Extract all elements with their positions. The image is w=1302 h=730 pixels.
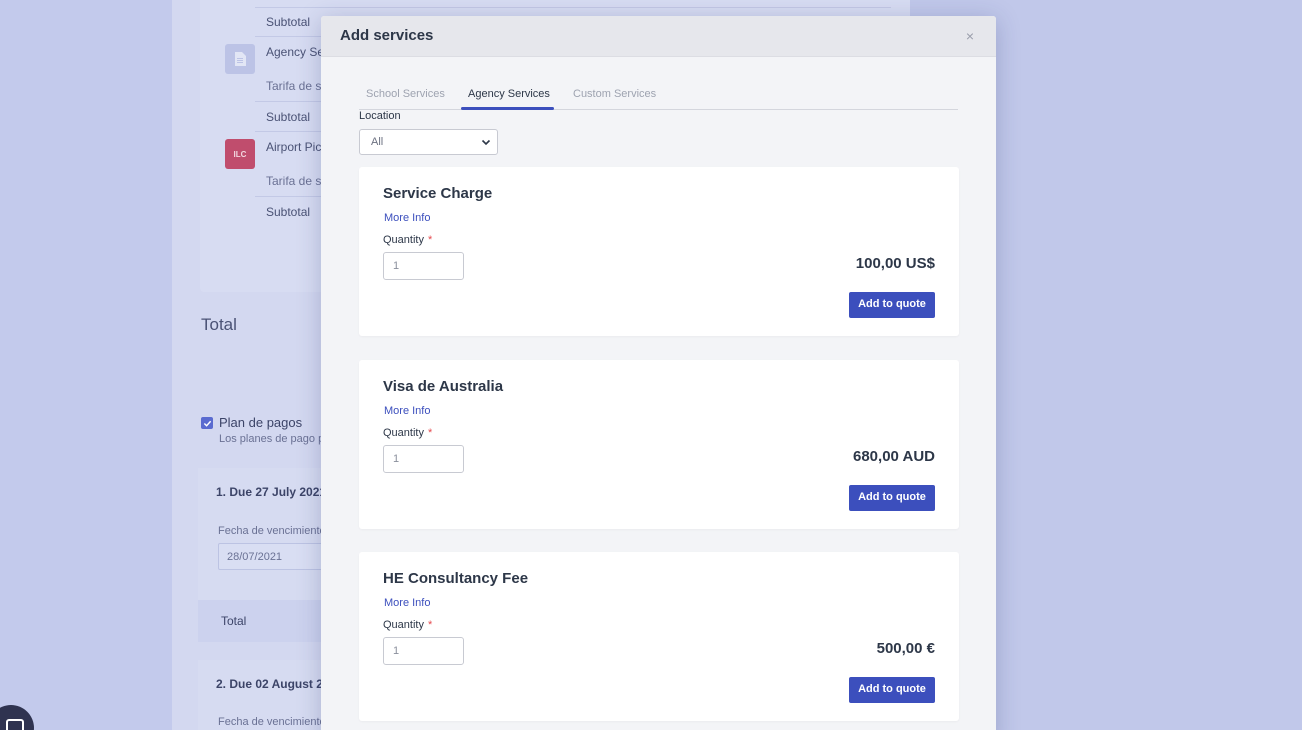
- plan-checkbox[interactable]: [201, 417, 213, 429]
- more-info-link[interactable]: More Info: [384, 405, 430, 417]
- bg-tarifa-label: Tarifa de se: [266, 174, 329, 188]
- bg-agency-service-label: Agency Ser: [266, 45, 329, 59]
- quantity-label: Quantity *: [383, 619, 432, 631]
- service-card: Service Charge More Info Quantity * 1 100…: [359, 167, 959, 336]
- bg-subtotal-label: Subtotal: [266, 110, 311, 124]
- location-select-value: All: [371, 136, 384, 148]
- required-marker: *: [427, 619, 433, 631]
- modal-header: Add services ×: [321, 16, 996, 57]
- close-icon[interactable]: ×: [966, 28, 974, 44]
- service-title: Visa de Australia: [383, 378, 504, 395]
- service-price: 680,00 AUD: [853, 448, 935, 465]
- bg-total-heading: Total: [201, 315, 237, 334]
- required-marker: *: [427, 427, 433, 439]
- tab-custom-services[interactable]: Custom Services: [573, 88, 656, 100]
- service-title: Service Charge: [383, 185, 493, 202]
- bg-due-total-label: Total: [221, 614, 247, 628]
- tab-agency-services[interactable]: Agency Services: [468, 88, 550, 100]
- service-card: HE Consultancy Fee More Info Quantity * 1…: [359, 552, 959, 721]
- more-info-link[interactable]: More Info: [384, 597, 430, 609]
- bg-airport-pickup-label: Airport Pick: [266, 140, 328, 154]
- quantity-input[interactable]: 1: [383, 637, 464, 665]
- bg-plan-label: Plan de pagos: [219, 415, 303, 430]
- bg-due-date-label: Fecha de vencimiento: [218, 716, 326, 728]
- more-info-link[interactable]: More Info: [384, 212, 430, 224]
- service-title: HE Consultancy Fee: [383, 570, 529, 587]
- document-icon: [225, 44, 255, 74]
- tab-school-services[interactable]: School Services: [366, 88, 445, 100]
- add-to-quote-button[interactable]: Add to quote: [849, 292, 935, 318]
- location-label: Location: [359, 110, 401, 122]
- airport-pickup-icon: ILC: [225, 139, 255, 169]
- bg-subtotal-label: Subtotal: [266, 15, 311, 29]
- quantity-input[interactable]: 1: [383, 252, 464, 280]
- bg-due-title: 2. Due 02 August 20: [216, 677, 330, 691]
- bg-divider: [255, 7, 891, 8]
- chevron-down-icon: [481, 139, 491, 146]
- quantity-label: Quantity *: [383, 427, 432, 439]
- bg-subtotal-label: Subtotal: [266, 205, 311, 219]
- modal-title: Add services: [340, 27, 434, 44]
- bg-due-date-label: Fecha de vencimiento: [218, 525, 326, 537]
- service-card: Visa de Australia More Info Quantity * 1 …: [359, 360, 959, 529]
- service-price: 500,00 €: [876, 640, 935, 657]
- add-to-quote-button[interactable]: Add to quote: [849, 485, 935, 511]
- quantity-label-text: Quantity: [383, 619, 424, 631]
- bg-tarifa-label: Tarifa de se: [266, 79, 329, 93]
- quantity-label-text: Quantity: [383, 234, 424, 246]
- add-to-quote-button[interactable]: Add to quote: [849, 677, 935, 703]
- bg-left-panel: [0, 0, 172, 730]
- quantity-label-text: Quantity: [383, 427, 424, 439]
- quantity-input[interactable]: 1: [383, 445, 464, 473]
- active-tab-indicator: [461, 107, 554, 110]
- service-price: 100,00 US$: [855, 255, 935, 272]
- location-select[interactable]: All: [359, 129, 498, 155]
- bg-due-title: 1. Due 27 July 2021: [216, 485, 327, 499]
- services-tabs: School Services Agency Services Custom S…: [359, 83, 958, 110]
- required-marker: *: [427, 234, 433, 246]
- add-services-modal: Add services × School Services Agency Se…: [321, 16, 996, 730]
- quantity-label: Quantity *: [383, 234, 432, 246]
- bg-due-date-input[interactable]: 28/07/2021: [218, 543, 338, 570]
- bg-plan-description: Los planes de pago pe: [219, 433, 331, 445]
